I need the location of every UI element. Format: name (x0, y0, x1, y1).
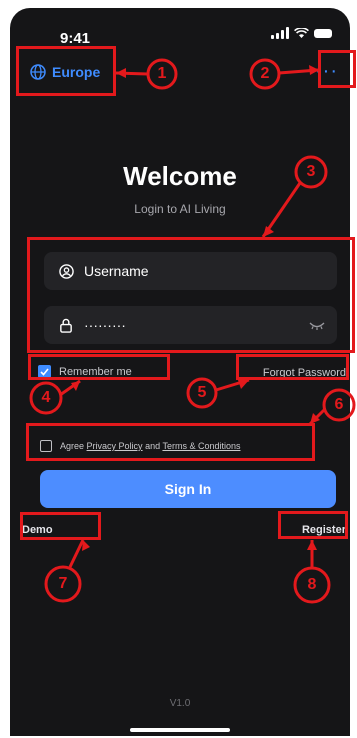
globe-icon (30, 64, 46, 80)
remember-me-option[interactable]: Remember me (38, 365, 132, 378)
sign-in-button[interactable]: Sign In (40, 470, 336, 508)
agree-prefix: Agree (60, 441, 85, 451)
remember-label: Remember me (59, 365, 132, 378)
wifi-icon (294, 27, 309, 38)
battery-icon (314, 28, 332, 38)
login-screen: 9:41 Europe ··· Welcome Login to AI Livi… (10, 8, 350, 736)
home-indicator (130, 728, 230, 732)
version-label: V1.0 (169, 698, 191, 709)
user-icon (58, 263, 74, 279)
forgot-password-link[interactable]: Forgot Password (263, 367, 346, 379)
register-link[interactable]: Register (302, 524, 346, 536)
username-field[interactable]: Username (44, 252, 337, 290)
signal-icon (271, 27, 289, 39)
remember-checkbox[interactable] (38, 365, 51, 378)
welcome-subtitle: Login to AI Living (134, 202, 226, 216)
agree-terms-option[interactable]: Agree Privacy Policy and Terms & Conditi… (40, 440, 240, 452)
password-value: ········· (84, 317, 126, 333)
region-selector[interactable]: Europe (30, 64, 100, 80)
demo-link[interactable]: Demo (22, 524, 53, 536)
region-label: Europe (52, 64, 101, 80)
more-menu-button[interactable]: ··· (315, 61, 338, 81)
lock-icon (58, 317, 74, 333)
agree-checkbox[interactable] (40, 440, 52, 452)
password-field[interactable]: ········· (44, 306, 337, 344)
agree-text: Agree Privacy Policy and Terms & Conditi… (60, 441, 240, 451)
status-time: 9:41 (60, 30, 91, 47)
agree-and: and (145, 441, 161, 451)
status-icons (271, 27, 332, 39)
username-placeholder: Username (84, 263, 149, 279)
terms-link[interactable]: Terms & Conditions (162, 441, 240, 451)
privacy-policy-link[interactable]: Privacy Policy (87, 441, 143, 451)
welcome-title: Welcome (123, 161, 237, 191)
eye-closed-icon[interactable] (309, 318, 325, 334)
